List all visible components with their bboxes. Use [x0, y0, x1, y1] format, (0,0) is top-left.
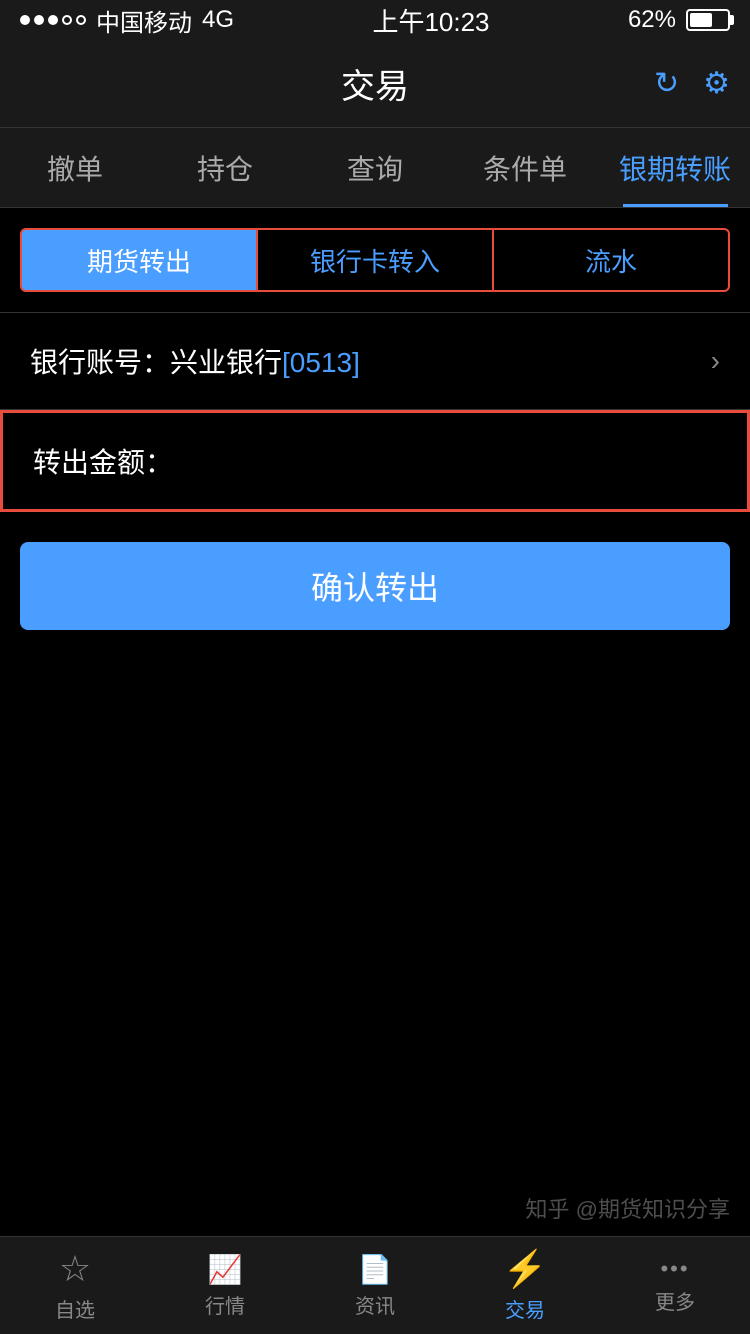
nav-tabs: 撤单 持仓 查询 条件单 银期转账: [0, 128, 750, 208]
tab-query[interactable]: 查询: [300, 128, 450, 207]
bottom-nav-market[interactable]: 📈 行情: [150, 1253, 300, 1319]
bank-account-label: 银行账号：兴业银行[0513]: [30, 341, 360, 381]
bottom-label-news: 资讯: [355, 1290, 395, 1319]
battery-fill: [690, 13, 712, 27]
doc-icon: 📄: [358, 1253, 393, 1286]
bottom-nav: ☆ 自选 📈 行情 📄 资讯 ⚡ 交易 ••• 更多: [0, 1236, 750, 1334]
sub-tabs: 期货转出 银行卡转入 流水: [0, 208, 750, 313]
tab-condition[interactable]: 条件单: [450, 128, 600, 207]
tab-position[interactable]: 持仓: [150, 128, 300, 207]
more-icon: •••: [660, 1256, 689, 1282]
settings-icon[interactable]: ⚙: [703, 66, 730, 101]
star-icon: ☆: [59, 1248, 91, 1290]
bottom-label-watchlist: 自选: [55, 1294, 95, 1323]
page-title: 交易: [341, 59, 409, 108]
chevron-right-icon: ›: [711, 345, 720, 377]
tab-cancel[interactable]: 撤单: [0, 128, 150, 207]
battery-percent: 62%: [628, 6, 676, 34]
sub-tab-futures-out[interactable]: 期货转出: [20, 228, 258, 292]
dot1: [20, 15, 30, 25]
signal-dots: [20, 15, 86, 25]
status-right: 62%: [628, 6, 730, 34]
status-bar: 中国移动 4G 上午10:23 62%: [0, 0, 750, 40]
bottom-label-market: 行情: [205, 1290, 245, 1319]
carrier-label: 中国移动: [96, 3, 192, 38]
bottom-label-more: 更多: [655, 1286, 695, 1315]
confirm-transfer-button[interactable]: 确认转出: [20, 542, 730, 630]
bank-id: [0513]: [282, 347, 360, 378]
dot2: [34, 15, 44, 25]
status-left: 中国移动 4G: [20, 3, 234, 38]
bottom-nav-trade[interactable]: ⚡ 交易: [450, 1248, 600, 1323]
bank-name: 银行账号：兴业银行: [30, 347, 282, 378]
status-time: 上午10:23: [372, 2, 489, 39]
bottom-nav-news[interactable]: 📄 资讯: [300, 1253, 450, 1319]
amount-input[interactable]: [173, 445, 717, 477]
refresh-icon[interactable]: ↻: [654, 66, 679, 101]
sub-tab-bank-in[interactable]: 银行卡转入: [258, 228, 494, 292]
watermark: 知乎 @期货知识分享: [526, 1192, 730, 1224]
amount-row: 转出金额：: [0, 410, 750, 512]
sub-tab-flow[interactable]: 流水: [494, 228, 730, 292]
dot4: [62, 15, 72, 25]
bank-account-row[interactable]: 银行账号：兴业银行[0513] ›: [0, 313, 750, 410]
amount-label: 转出金额：: [33, 441, 173, 481]
content: 银行账号：兴业银行[0513] › 转出金额： 确认转出: [0, 313, 750, 630]
dot5: [76, 15, 86, 25]
bottom-nav-more[interactable]: ••• 更多: [600, 1256, 750, 1315]
chart-icon: 📈: [208, 1253, 243, 1286]
bottom-nav-watchlist[interactable]: ☆ 自选: [0, 1248, 150, 1323]
battery-icon: [686, 9, 730, 31]
bottom-label-trade: 交易: [505, 1294, 545, 1323]
dot3: [48, 15, 58, 25]
tab-transfer[interactable]: 银期转账: [600, 128, 750, 207]
header: 交易 ↻ ⚙: [0, 40, 750, 128]
network-label: 4G: [202, 6, 234, 34]
lightning-icon: ⚡: [503, 1248, 548, 1290]
header-icons: ↻ ⚙: [654, 66, 730, 101]
